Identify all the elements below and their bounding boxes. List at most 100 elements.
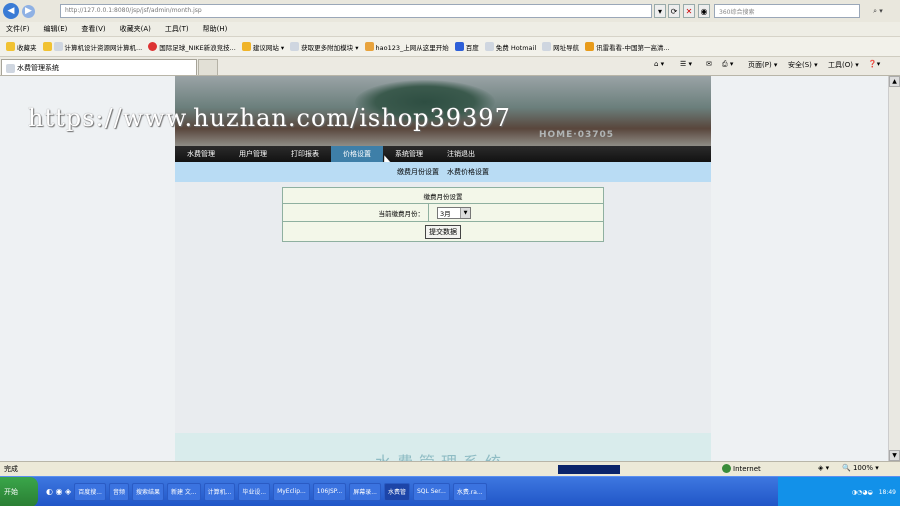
zoom-control[interactable]: 🔍 100% ▾ [842, 464, 879, 472]
menu-bar: 文件(F) 编辑(E) 查看(V) 收藏夹(A) 工具(T) 帮助(H) [0, 22, 900, 37]
favorite-label: 计算机设计资源网计算机... [64, 43, 143, 52]
sub-nav: 缴费月份设置 水费价格设置 [175, 162, 711, 182]
month-select[interactable]: 3月 ▼ [437, 206, 471, 219]
feeds-icon[interactable]: ☰ ▾ [680, 60, 692, 68]
zone-label: Internet [733, 464, 761, 473]
star-add-icon [42, 42, 52, 51]
favorite-label: hao123_上网从这里开始 [375, 43, 449, 52]
refresh-icon[interactable]: ⟳ [668, 4, 680, 18]
favorite-link[interactable]: 计算机设计资源网计算机... [42, 42, 143, 52]
menu-tools[interactable]: 工具(T) [165, 24, 189, 34]
progress-bar [558, 465, 620, 474]
favorites-button[interactable]: 收藏夹 [6, 42, 37, 52]
subnav-price-settings[interactable]: 水费价格设置 [447, 167, 489, 177]
main-nav: 水费管理 用户管理 打印报表 价格设置 系统管理 注销退出 [175, 146, 711, 162]
page-icon [6, 63, 15, 73]
taskbar-item[interactable]: MyEclip... [273, 482, 310, 501]
safety-menu[interactable]: 安全(S) ▾ [788, 60, 818, 70]
zoom-label: 100% [852, 464, 873, 472]
clock: 18:49 [878, 488, 896, 496]
panel-title: 缴费月份设置 [283, 188, 603, 204]
tab-title: 水费管理系统 [17, 64, 59, 72]
folder-icon [241, 42, 251, 51]
favorite-label: 免费 Hotmail [495, 43, 537, 52]
submit-button[interactable]: 提交数据 [425, 224, 461, 239]
new-tab-button[interactable] [198, 59, 218, 75]
favorite-label: 获取更多附加模块 ▾ [301, 43, 359, 52]
menu-edit[interactable]: 编辑(E) [44, 24, 68, 34]
taskbar-item[interactable]: 音频 [108, 482, 129, 501]
scroll-down-icon[interactable]: ▼ [889, 450, 900, 461]
browser-viewport: HOME·03705 水费管理 用户管理 打印报表 价格设置 系统管理 注销退出… [0, 76, 888, 461]
taskbar-item[interactable]: SQL Ser... [412, 482, 450, 501]
favorite-label: 国际足球_NIKE新浪竞技... [159, 43, 236, 52]
tools-menu[interactable]: 工具(O) ▾ [828, 60, 859, 70]
nav-logout[interactable]: 注销退出 [435, 146, 487, 162]
taskbar-item[interactable]: 计算机... [203, 482, 236, 501]
dropdown-icon[interactable]: ▾ [654, 4, 666, 18]
vertical-scrollbar[interactable]: ▲ ▼ [888, 76, 900, 461]
tab-water-system[interactable]: 水费管理系统 [1, 59, 197, 75]
back-icon[interactable]: ◀ [3, 3, 19, 19]
menu-view[interactable]: 查看(V) [81, 24, 105, 34]
nav-users[interactable]: 用户管理 [227, 146, 279, 162]
favorite-link[interactable]: 建议网站 ▾ [241, 42, 284, 52]
menu-file[interactable]: 文件(F) [6, 24, 30, 34]
status-text: 完成 [4, 465, 18, 473]
favorite-link[interactable]: 国际足球_NIKE新浪竞技... [148, 42, 236, 52]
favorite-link[interactable]: 网址导航 [542, 42, 579, 52]
protected-mode-icon[interactable]: ◈ ▾ [818, 464, 829, 472]
tray-icons[interactable]: ◑◔◕◒ [852, 489, 873, 496]
nav-reports[interactable]: 打印报表 [279, 146, 331, 162]
page-footer: 水费管理系统 [175, 433, 711, 461]
month-label: 当前缴费月份： [283, 203, 429, 222]
star-icon [6, 42, 15, 51]
taskbar-item[interactable]: 屏幕录... [349, 482, 381, 501]
home-icon[interactable]: ⌂ ▾ [654, 60, 664, 68]
search-input[interactable]: 360综合搜索 [714, 4, 860, 18]
taskbar-item[interactable]: 毕业设... [238, 482, 271, 501]
page-menu[interactable]: 页面(P) ▾ [748, 60, 777, 70]
favorite-link[interactable]: hao123_上网从这里开始 [364, 42, 449, 52]
help-icon[interactable]: ❓▾ [868, 60, 880, 68]
favorite-link[interactable]: 百度 [454, 42, 479, 52]
banner-text: HOME·03705 [539, 130, 615, 140]
favorite-label: 讯雷看看-中国第一高清... [596, 43, 670, 52]
zone-indicator: Internet [722, 464, 761, 473]
taskbar-item[interactable]: 水费.ra... [452, 482, 487, 501]
globe-icon [722, 464, 731, 473]
tab-bar: 水费管理系统 ⌂ ▾ ☰ ▾ ✉ ⎙ ▾ 页面(P) ▾ 安全(S) ▾ 工具(… [0, 57, 900, 76]
start-button[interactable]: 开始 [0, 477, 38, 506]
menu-favorites[interactable]: 收藏夹(A) [120, 24, 151, 34]
search-engine-icon[interactable]: ◉ [698, 4, 710, 18]
menu-help[interactable]: 帮助(H) [203, 24, 228, 34]
taskbar-item[interactable]: 新建 文... [166, 482, 201, 501]
forward-icon[interactable]: ▶ [22, 4, 35, 18]
nav-water-fee[interactable]: 水费管理 [175, 146, 227, 162]
nav-price-settings[interactable]: 价格设置 [331, 146, 383, 162]
subnav-month-settings[interactable]: 缴费月份设置 [397, 167, 439, 177]
taskbar-item-active[interactable]: 水费管 [383, 482, 410, 501]
footer-title: 水费管理系统 [375, 449, 507, 461]
taskbar-item[interactable]: 搜索结果 [131, 482, 164, 501]
favorite-link[interactable]: 免费 Hotmail [484, 42, 537, 52]
quicklaunch-icons[interactable]: ◐ ◉ ◈ [46, 487, 71, 496]
search-go-icon[interactable]: ⌕ ▾ [862, 4, 894, 18]
status-bar: 完成 Internet ◈ ▾ 🔍 100% ▾ [0, 461, 900, 476]
web-page: HOME·03705 水费管理 用户管理 打印报表 价格设置 系统管理 注销退出… [175, 76, 711, 461]
taskbar-item[interactable]: 106JSP... [312, 482, 347, 501]
print-icon[interactable]: ⎙ ▾ [722, 60, 733, 69]
taskbar-item[interactable]: 百度搜... [74, 482, 106, 501]
taskbar: 开始 ◐ ◉ ◈ 百度搜... 音频 搜索结果 新建 文... 计算机... 毕… [0, 476, 900, 506]
mail-icon[interactable]: ✉ [706, 60, 712, 68]
favorite-link[interactable]: 获取更多附加模块 ▾ [290, 42, 359, 52]
scroll-up-icon[interactable]: ▲ [889, 76, 900, 87]
favorite-link[interactable]: 讯雷看看-中国第一高清... [585, 42, 670, 52]
address-input[interactable]: http://127.0.0.1:8080/jsp/jsf/admin/mont… [60, 4, 652, 18]
nike-icon [148, 42, 158, 51]
stop-icon[interactable]: ✕ [683, 4, 695, 18]
submit-row: 提交数据 [283, 222, 603, 241]
page-icon [290, 42, 300, 51]
nav-system[interactable]: 系统管理 [383, 146, 435, 162]
hao123-icon [364, 42, 374, 51]
